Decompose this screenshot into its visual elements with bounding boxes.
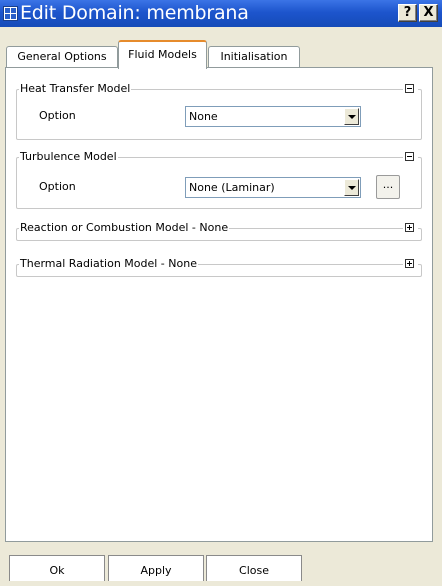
collapse-icon[interactable] (403, 152, 418, 163)
heat-transfer-option-value: None (189, 110, 218, 123)
window-title: Edit Domain: membrana (20, 2, 249, 24)
heat-transfer-option-select[interactable]: None (185, 106, 361, 127)
turbulence-option-label: Option (39, 180, 76, 193)
turbulence-details-button[interactable]: ... (376, 175, 400, 199)
title-bar: Edit Domain: membrana ? X (0, 0, 442, 27)
tab-strip: General Options Fluid Models Initialisat… (0, 40, 442, 69)
heat-transfer-option-label: Option (39, 109, 76, 122)
grid-icon (3, 6, 18, 21)
expand-icon[interactable] (403, 223, 418, 234)
turbulence-title: Turbulence Model (19, 150, 118, 163)
ok-button[interactable]: Ok (9, 555, 105, 581)
thermal-radiation-group: Thermal Radiation Model - None (16, 257, 422, 277)
expand-icon[interactable] (403, 259, 418, 270)
tab-general-options[interactable]: General Options (6, 46, 118, 68)
turbulence-option-select[interactable]: None (Laminar) (185, 177, 361, 198)
close-button[interactable]: Close (206, 555, 302, 581)
turbulence-option-value: None (Laminar) (189, 181, 275, 194)
turbulence-group: Turbulence Model Option None (Laminar) .… (16, 150, 422, 209)
reaction-title: Reaction or Combustion Model - None (19, 221, 230, 234)
tab-panel: Heat Transfer Model Option None Turbulen… (5, 67, 433, 542)
collapse-icon[interactable] (403, 84, 418, 95)
reaction-group: Reaction or Combustion Model - None (16, 221, 422, 241)
tab-fluid-models[interactable]: Fluid Models (118, 40, 207, 69)
apply-button[interactable]: Apply (108, 555, 204, 581)
heat-transfer-group: Heat Transfer Model Option None (16, 82, 422, 140)
heat-transfer-title: Heat Transfer Model (19, 82, 132, 95)
chevron-down-icon[interactable] (344, 179, 359, 196)
tab-initialisation[interactable]: Initialisation (208, 46, 300, 68)
thermal-radiation-title: Thermal Radiation Model - None (19, 257, 198, 270)
chevron-down-icon[interactable] (344, 108, 359, 125)
close-window-button[interactable]: X (419, 4, 438, 22)
help-button[interactable]: ? (398, 4, 417, 22)
